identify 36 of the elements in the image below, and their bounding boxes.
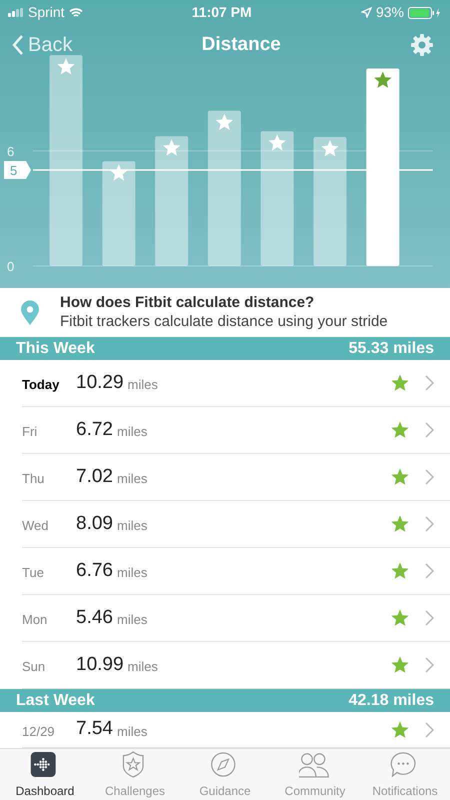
distance-unit: miles <box>116 423 148 442</box>
day-label: Mon <box>22 611 48 630</box>
clock-time: 11:07 PM <box>192 3 252 22</box>
distance-value: 6.76 <box>76 558 113 583</box>
distance-value: 7.02 <box>76 464 113 489</box>
y-tick-label: 6 <box>7 144 14 159</box>
battery-percent: 93% <box>376 3 404 22</box>
distance-unit: miles <box>128 658 158 676</box>
distance-value: 8.09 <box>76 512 113 536</box>
section-total: 42.18 miles <box>348 690 434 710</box>
distance-unit: miles <box>116 517 148 536</box>
section-title: This Week <box>16 338 95 358</box>
distance-unit: miles <box>116 470 148 488</box>
distance-unit: miles <box>116 611 148 630</box>
distance-value: 10.29 <box>76 370 124 395</box>
section-title: Last Week <box>16 690 95 710</box>
section-total: 55.33 miles <box>348 338 434 358</box>
distance-unit: miles <box>116 722 148 741</box>
day-label: Thu <box>22 470 46 488</box>
day-label: Sun <box>22 658 46 676</box>
distance-unit: miles <box>116 564 148 582</box>
day-label: Today <box>22 376 60 394</box>
day-label: Tue <box>22 564 45 582</box>
info-text: Fitbit trackers calculate distance using your stride <box>60 312 388 332</box>
distance-unit: miles <box>128 376 158 394</box>
day-label: Wed <box>22 517 50 536</box>
day-label: Fri <box>22 423 38 442</box>
y-tick-label: 0 <box>7 259 14 274</box>
day-label: 12/29 <box>22 722 56 741</box>
distance-value: 7.54 <box>76 717 113 742</box>
carrier-name: Sprint <box>28 3 65 22</box>
distance-value: 5.46 <box>76 606 113 630</box>
distance-value: 6.72 <box>76 418 113 442</box>
page-title: Distance <box>202 32 281 57</box>
goal-label: 5 <box>10 163 18 178</box>
distance-value: 10.99 <box>76 652 124 677</box>
